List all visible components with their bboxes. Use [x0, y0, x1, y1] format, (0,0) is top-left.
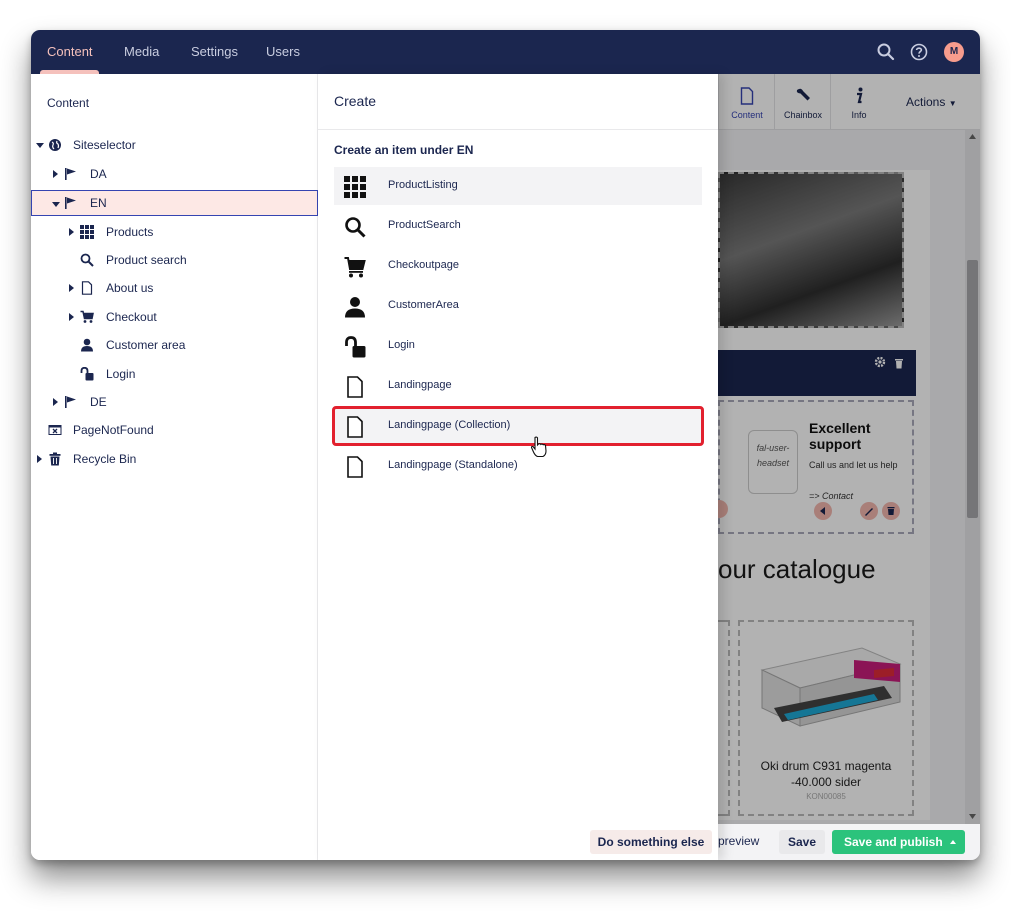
tree-item-pagenotfound[interactable]: PageNotFound: [31, 417, 318, 443]
tree-item-label: Recycle Bin: [73, 452, 137, 466]
tree-item-label: PageNotFound: [73, 423, 154, 437]
document-icon: [81, 281, 93, 295]
unlock-icon: [345, 336, 366, 358]
app-window: Content Media Settings Users M Content S…: [31, 30, 980, 860]
globe-icon: [49, 139, 61, 151]
caret-down-icon[interactable]: [52, 202, 60, 207]
tree-item-product-search[interactable]: Product search: [31, 247, 318, 273]
grid-icon: [80, 225, 94, 239]
search-icon: [345, 217, 366, 238]
help-icon[interactable]: [909, 42, 929, 62]
tree-item-label: Siteselector: [73, 138, 136, 152]
caret-right-icon[interactable]: [69, 313, 74, 321]
create-item-label: Login: [388, 339, 415, 351]
tree-item-label: DE: [90, 395, 107, 409]
section-media[interactable]: Media: [124, 30, 159, 74]
document-icon: [347, 456, 363, 478]
tree-item-label: Checkout: [106, 310, 157, 324]
content-editor: Content Chainbox Info Actions ▼ fal-user…: [710, 74, 980, 860]
caret-right-icon[interactable]: [69, 228, 74, 236]
trash-icon: [49, 452, 61, 466]
modal-overlay: [718, 74, 980, 860]
create-item-label: Landingpage: [388, 379, 452, 391]
tree-item-de[interactable]: DE: [31, 389, 318, 415]
caret-right-icon[interactable]: [53, 170, 58, 178]
user-icon: [81, 338, 93, 352]
tree-item-label: Login: [106, 367, 136, 381]
tree-item-label: EN: [90, 196, 107, 210]
tree-item-recycle-bin[interactable]: Recycle Bin: [31, 446, 318, 472]
unlock-icon: [80, 367, 94, 381]
search-icon[interactable]: [876, 42, 896, 62]
do-something-else-button[interactable]: Do something else: [590, 830, 712, 854]
create-item-checkoutpage[interactable]: Checkoutpage: [334, 247, 702, 285]
tree-item-label: Product search: [106, 253, 187, 267]
create-header: Create: [318, 74, 718, 130]
content-tree: Content Siteselector DA EN Products Prod…: [31, 74, 318, 860]
create-item-productlisting[interactable]: ProductListing: [334, 167, 702, 205]
create-item-label: Landingpage (Standalone): [388, 459, 518, 471]
section-users[interactable]: Users: [266, 30, 300, 74]
error-page-icon: [48, 425, 62, 435]
user-avatar[interactable]: M: [944, 42, 964, 62]
document-icon: [347, 376, 363, 398]
preview-button[interactable]: preview: [718, 834, 759, 848]
highlight-annotation: [332, 406, 704, 446]
tree-item-products[interactable]: Products: [31, 219, 318, 245]
section-content[interactable]: Content: [47, 30, 93, 74]
create-item-productsearch[interactable]: ProductSearch: [334, 207, 702, 245]
create-panel: Create Create an item under EN ProductLi…: [318, 74, 718, 860]
tree-item-customer-area[interactable]: Customer area: [31, 332, 318, 358]
save-and-publish-button[interactable]: Save and publish: [832, 830, 965, 854]
create-subtitle: Create an item under EN: [334, 143, 474, 157]
tree-item-en[interactable]: EN: [31, 190, 318, 216]
create-item-label: CustomerArea: [388, 299, 459, 311]
create-item-label: ProductSearch: [388, 219, 461, 231]
tree-item-about-us[interactable]: About us: [31, 275, 318, 301]
save-and-publish-label: Save and publish: [844, 835, 943, 849]
tree-item-checkout[interactable]: Checkout: [31, 304, 318, 330]
grid-icon: [344, 176, 366, 198]
caret-right-icon[interactable]: [37, 455, 42, 463]
cart-icon: [344, 257, 366, 278]
cart-icon: [80, 310, 94, 323]
search-icon: [80, 253, 94, 267]
create-item-landingpage[interactable]: Landingpage: [334, 367, 702, 405]
caret-right-icon[interactable]: [69, 284, 74, 292]
section-settings[interactable]: Settings: [191, 30, 238, 74]
caret-down-icon[interactable]: [36, 143, 44, 148]
create-item-landingpage-standalone[interactable]: Landingpage (Standalone): [334, 447, 702, 485]
tree-item-label: DA: [90, 167, 107, 181]
save-button[interactable]: Save: [779, 830, 825, 854]
tree-item-siteselector[interactable]: Siteselector: [31, 132, 318, 158]
tree-title: Content: [47, 96, 90, 110]
flag-icon: [65, 197, 76, 209]
user-icon: [345, 297, 365, 318]
hand-cursor-icon: [530, 436, 547, 458]
create-item-login[interactable]: Login: [334, 327, 702, 365]
create-title: Create: [334, 93, 377, 109]
create-item-label: ProductListing: [388, 179, 458, 191]
tree-item-label: Products: [106, 225, 154, 239]
chevron-up-icon[interactable]: [950, 840, 956, 844]
tree-item-label: About us: [106, 281, 154, 295]
editor-footer: preview Save Save and publish: [718, 824, 980, 860]
flag-icon: [65, 396, 76, 408]
tree-item-login[interactable]: Login: [31, 361, 318, 387]
create-item-label: Checkoutpage: [388, 259, 459, 271]
tree-item-da[interactable]: DA: [31, 161, 318, 187]
top-navigation-bar: Content Media Settings Users M: [31, 30, 980, 74]
create-item-customerarea[interactable]: CustomerArea: [334, 287, 702, 325]
flag-icon: [65, 168, 76, 180]
tree-item-label: Customer area: [106, 338, 186, 352]
caret-right-icon[interactable]: [53, 398, 58, 406]
